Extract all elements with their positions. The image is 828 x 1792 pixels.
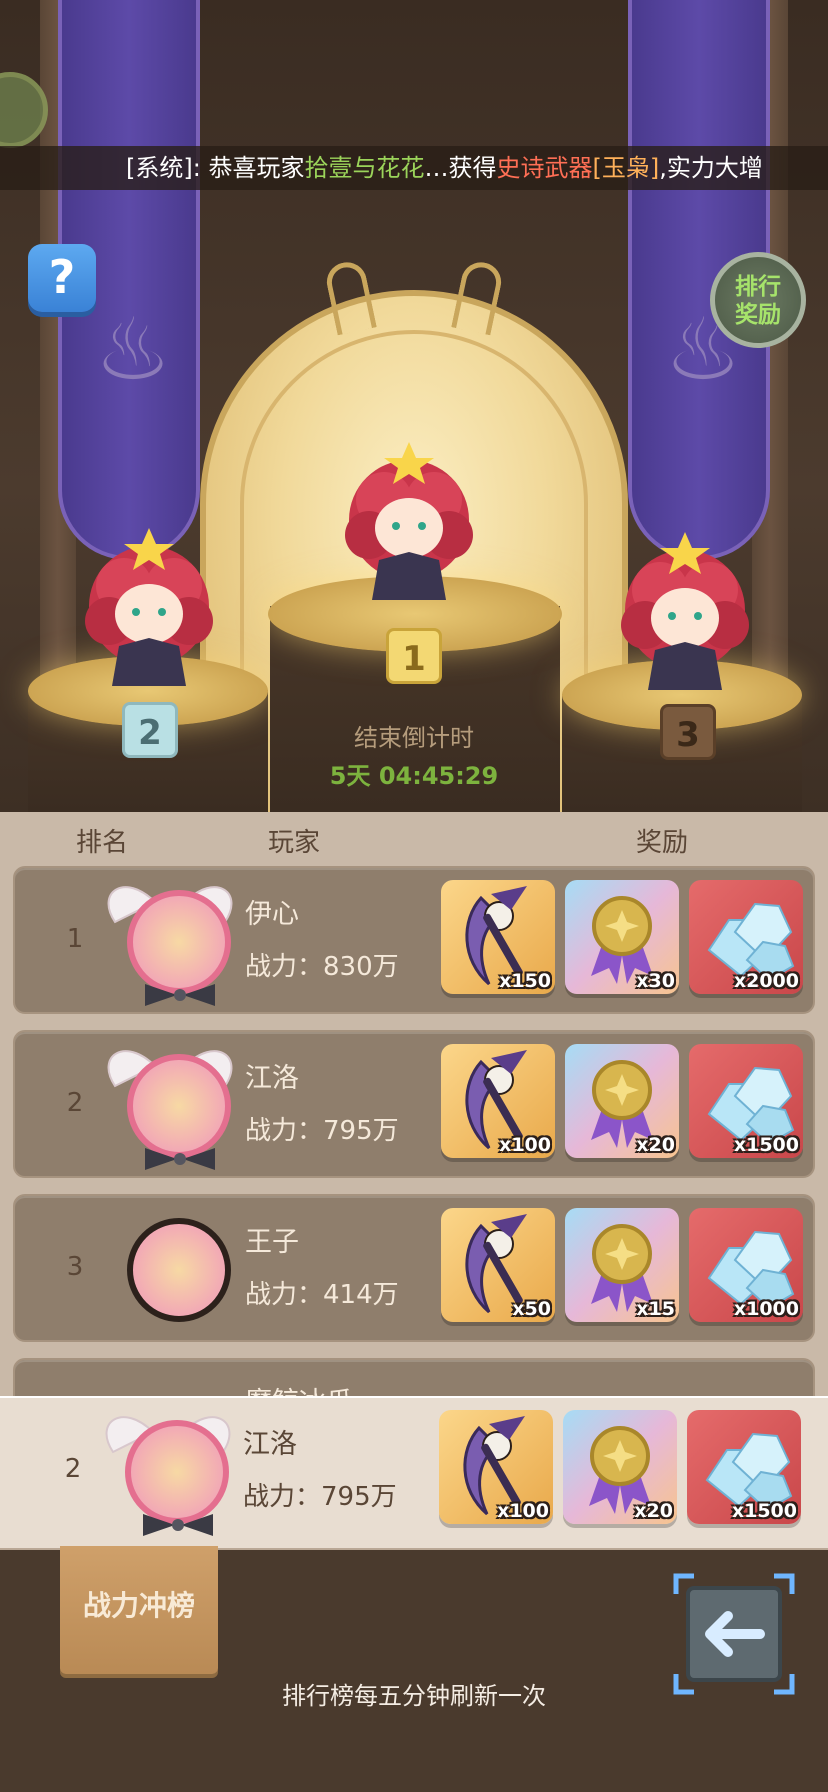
reward-medal[interactable]: x20: [563, 1410, 677, 1524]
countdown-value: 5天 04:45:29: [329, 762, 499, 790]
back-button[interactable]: [672, 1572, 796, 1696]
player-name: 江洛: [243, 1429, 297, 1460]
power-climb-button[interactable]: 战力冲榜: [60, 1546, 218, 1674]
reward-medal[interactable]: x30: [565, 880, 679, 994]
player-avatar[interactable]: [125, 1420, 229, 1524]
player-name: 王子: [245, 1227, 299, 1258]
reward-diamond[interactable]: x1500: [689, 1044, 803, 1158]
character-rank-2[interactable]: [64, 526, 234, 696]
character-rank-3[interactable]: [600, 530, 770, 700]
system-announcement-ticker: [系统]: 恭喜玩家拾壹与花花…获得史诗武器[玉枭],实力大增: [0, 146, 828, 190]
ticker-suffix: ,实力大增: [659, 154, 763, 182]
reward-count: x50: [512, 1298, 551, 1320]
player-power: 战力：414万: [245, 1280, 399, 1310]
col-header-player: 玩家: [268, 828, 321, 858]
ticker-mid: …获得: [424, 154, 497, 182]
reward-scythe[interactable]: x100: [441, 1044, 555, 1158]
my-ranking-row[interactable]: 2 江洛 战力：795万 x100 x20 x1500: [0, 1396, 828, 1550]
reward-count: x1000: [733, 1298, 799, 1320]
leaderboard-row[interactable]: 1 伊心 战力：830万 x150 x30 x2000: [13, 866, 815, 1014]
reward-medal[interactable]: x20: [565, 1044, 679, 1158]
reward-medal[interactable]: x15: [565, 1208, 679, 1322]
reward-diamond[interactable]: x1500: [687, 1410, 801, 1524]
rank-reward-button[interactable]: 排行 奖励: [710, 252, 806, 348]
reward-count: x20: [636, 1134, 675, 1156]
reward-count: x30: [636, 970, 675, 992]
ticker-player-name: 拾壹与花花: [304, 154, 425, 182]
reward-count: x20: [634, 1500, 673, 1522]
col-header-rank: 排名: [76, 828, 129, 858]
player-power: 战力：795万: [245, 1116, 399, 1146]
reward-count: x2000: [733, 970, 799, 992]
player-avatar[interactable]: [127, 890, 231, 994]
reward-scythe[interactable]: x50: [441, 1208, 555, 1322]
rank-reward-label: 排行 奖励: [735, 274, 781, 328]
reward-count: x100: [499, 1134, 551, 1156]
rank-badge-1: 1: [386, 628, 442, 684]
reward-count: x100: [497, 1500, 549, 1522]
reward-scythe[interactable]: x100: [439, 1410, 553, 1524]
ticker-weapon: 史诗武器: [496, 154, 593, 182]
bow-tie-icon: [143, 1514, 213, 1536]
col-header-reward: 奖励: [636, 828, 689, 858]
reward-diamond[interactable]: x1000: [689, 1208, 803, 1322]
bow-tie-icon: [145, 984, 215, 1006]
player-name: 江洛: [245, 1063, 299, 1094]
torch-icon: ♨: [94, 300, 172, 400]
player-name: 伊心: [245, 899, 299, 930]
countdown-label: 结束倒计时: [354, 724, 474, 752]
character-rank-1[interactable]: [324, 440, 494, 610]
player-power: 战力：795万: [243, 1482, 397, 1512]
reward-count: x1500: [733, 1134, 799, 1156]
bow-tie-icon: [145, 1148, 215, 1170]
my-row-content: 2 江洛 战力：795万 x100 x20 x1500: [13, 1398, 815, 1546]
player-power: 战力：830万: [245, 952, 399, 982]
leaderboard-row[interactable]: 3 王子战力：414万 x50 x15 x1000: [13, 1194, 815, 1342]
reward-count: x1500: [731, 1500, 797, 1522]
reward-count: x15: [636, 1298, 675, 1320]
reward-diamond[interactable]: x2000: [689, 880, 803, 994]
ticker-prefix: [系统]: 恭喜玩家: [126, 154, 305, 182]
leaderboard-row[interactable]: 2 江洛 战力：795万 x100 x20 x1500: [13, 1030, 815, 1178]
help-button[interactable]: ?: [28, 244, 96, 312]
podium-stage: ♨ ♨ 1 2 3 结束倒计时 5天 04:45:29: [0, 0, 828, 812]
ticker-item: [玉枭]: [592, 154, 660, 182]
player-avatar[interactable]: [127, 1054, 231, 1158]
player-avatar[interactable]: [127, 1218, 231, 1322]
reward-count: x150: [499, 970, 551, 992]
reward-scythe[interactable]: x150: [441, 880, 555, 994]
rank-number: 3: [66, 1252, 84, 1282]
